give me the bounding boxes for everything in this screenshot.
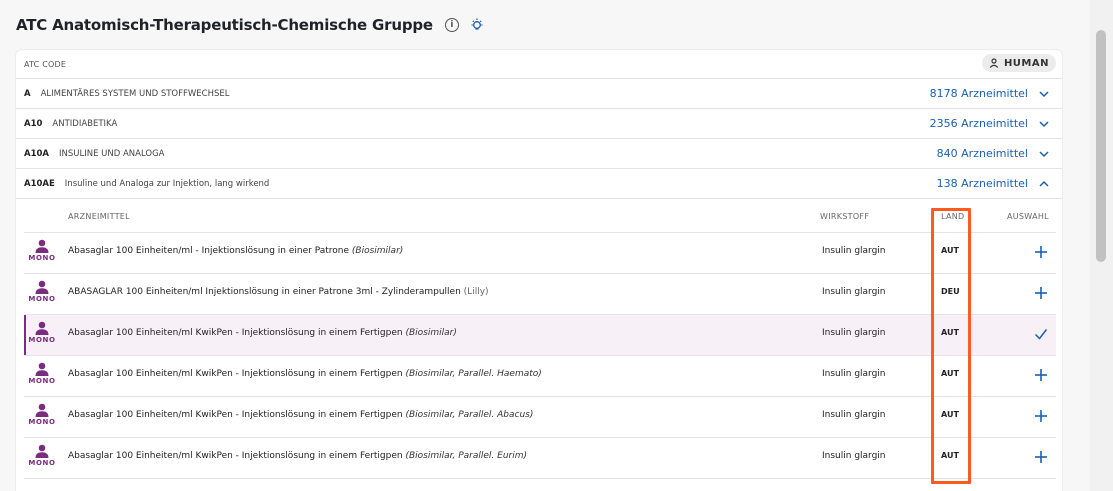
mono-label: MONO: [28, 254, 56, 262]
wirkstoff-value: Insulin glargin: [822, 410, 886, 420]
drug-title: Abasaglar 100 Einheiten/ml KwikPen - Inj…: [68, 451, 403, 461]
atc-row[interactable]: A10A INSULINE UND ANALOGA 840 Arzneimittel: [16, 139, 1062, 169]
atc-code: A10AE: [24, 178, 55, 189]
add-icon[interactable]: [1034, 368, 1048, 382]
page: ATC Anatomisch-Therapeutisch-Chemische G…: [0, 0, 1090, 491]
atc-name: ALIMENTÄRES SYSTEM UND STOFFWECHSEL: [40, 88, 230, 99]
chevron-down-icon[interactable]: [1038, 148, 1050, 160]
atc-name: ANTIDIABETIKA: [52, 118, 118, 129]
land-column-highlight: [931, 208, 971, 484]
drug-row[interactable]: MONO Abasaglar 100 Einheiten/ml - Injekti…: [24, 233, 1056, 274]
chevron-up-icon[interactable]: [1038, 178, 1050, 190]
drug-name[interactable]: Abasaglar 100 Einheiten/ml KwikPen - Inj…: [68, 328, 457, 338]
drug-suffix: (Biosimilar, Parallel. Haemato): [405, 369, 542, 379]
drug-count-link[interactable]: 2356 Arzneimittel: [930, 117, 1028, 130]
atc-row[interactable]: A ALIMENTÄRES SYSTEM UND STOFFWECHSEL 8178…: [16, 79, 1062, 109]
wirkstoff-value: Insulin glargin: [822, 287, 886, 297]
drug-suffix: (Biosimilar): [351, 246, 404, 256]
person-icon: [989, 58, 999, 68]
add-icon[interactable]: [1034, 450, 1048, 464]
atc-card: ATC CODE HUMAN A ALIMENTÄRES SYSTEM UND S…: [16, 50, 1062, 491]
atc-hierarchy: A ALIMENTÄRES SYSTEM UND STOFFWECHSEL 8178…: [16, 79, 1062, 199]
mono-label: MONO: [28, 459, 56, 467]
drug-name[interactable]: ABASAGLAR 100 Einheiten/ml Injektionslös…: [68, 287, 489, 297]
atc-code-column-label: ATC CODE: [24, 59, 67, 69]
person-icon: [35, 362, 49, 376]
mono-label: MONO: [28, 377, 56, 385]
drug-rows: MONO Abasaglar 100 Einheiten/ml - Injekti…: [24, 233, 1056, 479]
person-icon: [35, 444, 49, 458]
drug-row[interactable]: MONO ABASAGLAR 100 Einheiten/ml Injektion…: [24, 274, 1056, 315]
person-icon: [35, 239, 49, 253]
mono-indicator: MONO: [28, 403, 56, 426]
lightbulb-icon[interactable]: [469, 17, 485, 33]
drug-title: Abasaglar 100 Einheiten/ml KwikPen - Inj…: [68, 328, 403, 338]
drug-name[interactable]: Abasaglar 100 Einheiten/ml KwikPen - Inj…: [68, 410, 533, 420]
scrollbar[interactable]: [1090, 0, 1113, 491]
page-title: ATC Anatomisch-Therapeutisch-Chemische G…: [16, 16, 433, 34]
drug-table: ARZNEIMITTEL WIRKSTOFF LAND AUSWAHL MONO…: [24, 198, 1056, 479]
atc-code: A10A: [24, 148, 49, 159]
atc-name: INSULINE UND ANALOGA: [59, 148, 165, 159]
drug-suffix: (Biosimilar, Parallel. Eurim): [405, 451, 528, 461]
mono-label: MONO: [28, 336, 56, 344]
drug-row[interactable]: MONO Abasaglar 100 Einheiten/ml KwikPen -…: [24, 315, 1056, 356]
add-icon[interactable]: [1034, 245, 1048, 259]
page-header: ATC Anatomisch-Therapeutisch-Chemische G…: [16, 14, 485, 36]
chevron-down-icon[interactable]: [1038, 118, 1050, 130]
drug-title: Abasaglar 100 Einheiten/ml KwikPen - Inj…: [68, 369, 403, 379]
drug-name[interactable]: Abasaglar 100 Einheiten/ml - Injektionsl…: [68, 246, 403, 256]
mono-indicator: MONO: [28, 444, 56, 467]
add-icon[interactable]: [1034, 409, 1048, 423]
drug-name[interactable]: Abasaglar 100 Einheiten/ml KwikPen - Inj…: [68, 451, 527, 461]
person-icon: [35, 280, 49, 294]
drug-row[interactable]: MONO Abasaglar 100 Einheiten/ml KwikPen -…: [24, 438, 1056, 479]
drug-name[interactable]: Abasaglar 100 Einheiten/ml KwikPen - Inj…: [68, 369, 542, 379]
wirkstoff-value: Insulin glargin: [822, 369, 886, 379]
info-icon[interactable]: i: [444, 18, 459, 32]
chevron-down-icon[interactable]: [1038, 88, 1050, 100]
drug-row[interactable]: MONO Abasaglar 100 Einheiten/ml KwikPen -…: [24, 356, 1056, 397]
mono-label: MONO: [28, 418, 56, 426]
atc-table-header: ATC CODE HUMAN: [16, 50, 1062, 79]
drug-title: ABASAGLAR 100 Einheiten/ml Injektionslös…: [68, 287, 461, 297]
atc-code: A: [24, 88, 31, 99]
add-icon[interactable]: [1034, 286, 1048, 300]
drug-count-link[interactable]: 138 Arzneimittel: [937, 177, 1028, 190]
human-badge-label: HUMAN: [1003, 57, 1049, 69]
mono-indicator: MONO: [28, 239, 56, 262]
atc-row[interactable]: A10AE Insuline und Analoga zur Injektion,…: [16, 169, 1062, 199]
mono-label: MONO: [28, 295, 56, 303]
person-icon: [35, 321, 49, 335]
column-wirkstoff[interactable]: WIRKSTOFF: [820, 212, 869, 221]
drug-count-link[interactable]: 840 Arzneimittel: [937, 147, 1028, 160]
person-icon: [35, 403, 49, 417]
wirkstoff-value: Insulin glargin: [822, 246, 886, 256]
column-arzneimittel[interactable]: ARZNEIMITTEL: [68, 212, 130, 221]
atc-name: Insuline und Analoga zur Injektion, lang…: [64, 178, 270, 189]
drug-suffix: (Lilly): [463, 287, 489, 297]
drug-title: Abasaglar 100 Einheiten/ml - Injektionsl…: [68, 246, 350, 256]
drug-title: Abasaglar 100 Einheiten/ml KwikPen - Inj…: [68, 410, 403, 420]
wirkstoff-value: Insulin glargin: [822, 451, 886, 461]
scrollbar-thumb[interactable]: [1096, 30, 1106, 262]
atc-row[interactable]: A10 ANTIDIABETIKA 2356 Arzneimittel: [16, 109, 1062, 139]
mono-indicator: MONO: [28, 321, 56, 344]
drug-suffix: (Biosimilar, Parallel. Abacus): [405, 410, 534, 420]
drug-suffix: (Biosimilar): [405, 328, 457, 338]
mono-indicator: MONO: [28, 362, 56, 385]
drug-row[interactable]: MONO Abasaglar 100 Einheiten/ml KwikPen -…: [24, 397, 1056, 438]
drug-table-header: ARZNEIMITTEL WIRKSTOFF LAND AUSWAHL: [24, 198, 1056, 233]
human-badge[interactable]: HUMAN: [981, 54, 1056, 72]
atc-code: A10: [24, 118, 43, 129]
wirkstoff-value: Insulin glargin: [822, 328, 886, 338]
drug-count-link[interactable]: 8178 Arzneimittel: [930, 87, 1028, 100]
column-auswahl: AUSWAHL: [1007, 212, 1049, 221]
checkmark-icon[interactable]: [1034, 327, 1048, 341]
mono-indicator: MONO: [28, 280, 56, 303]
